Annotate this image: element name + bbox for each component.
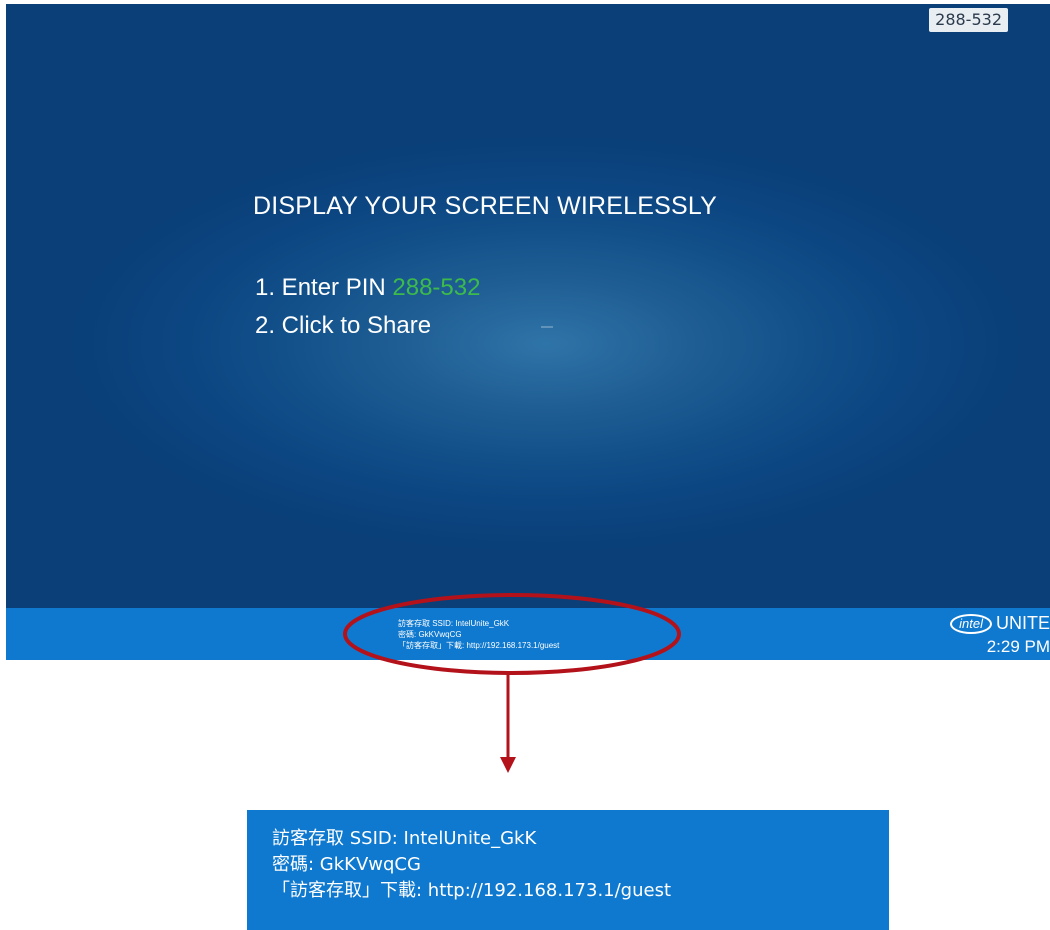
pin-value: 288-532	[392, 274, 481, 301]
guest-ssid: 訪客存取 SSID: IntelUnite_GkK	[398, 619, 510, 628]
headline: DISPLAY YOUR SCREEN WIRELESSLY	[253, 192, 718, 220]
clock: 2:29 PM	[986, 637, 1050, 656]
step-1-label: 1. Enter PIN	[255, 274, 393, 301]
zoomed-guest-info-panel: 訪客存取 SSID: IntelUnite_GkK 密碼: GkKVwqCG 「…	[247, 810, 889, 930]
guest-password: 密碼: GkKVwqCG	[398, 630, 462, 639]
intel-unite-screen: 288-532 DISPLAY YOUR SCREEN WIRELESSLY 1…	[6, 4, 1050, 660]
pin-badge: 288-532	[929, 8, 1008, 32]
intel-unite-brand: intel UNITE	[950, 613, 1050, 634]
step-enter-pin: 1. Enter PIN 288-532	[255, 274, 480, 302]
page: 288-532 DISPLAY YOUR SCREEN WIRELESSLY 1…	[0, 0, 1050, 930]
zoom-guest-password: 密碼: GkKVwqCG	[272, 854, 421, 875]
guest-access-info: 訪客存取 SSID: IntelUnite_GkK 密碼: GkKVwqCG 「…	[398, 618, 559, 651]
arrow-down-icon	[500, 757, 516, 773]
brand-name: UNITE	[996, 613, 1050, 633]
zoom-guest-ssid: 訪客存取 SSID: IntelUnite_GkK	[272, 828, 537, 849]
zoom-guest-download-url: 「訪客存取」下載: http://192.168.173.1/guest	[272, 880, 672, 901]
intel-logo-icon: intel	[950, 613, 992, 634]
bottom-bar: 訪客存取 SSID: IntelUnite_GkK 密碼: GkKVwqCG 「…	[6, 608, 1050, 660]
cursor-mark	[541, 326, 553, 328]
step-click-to-share: 2. Click to Share	[255, 312, 432, 339]
guest-download-url: 「訪客存取」下載: http://192.168.173.1/guest	[398, 641, 560, 650]
